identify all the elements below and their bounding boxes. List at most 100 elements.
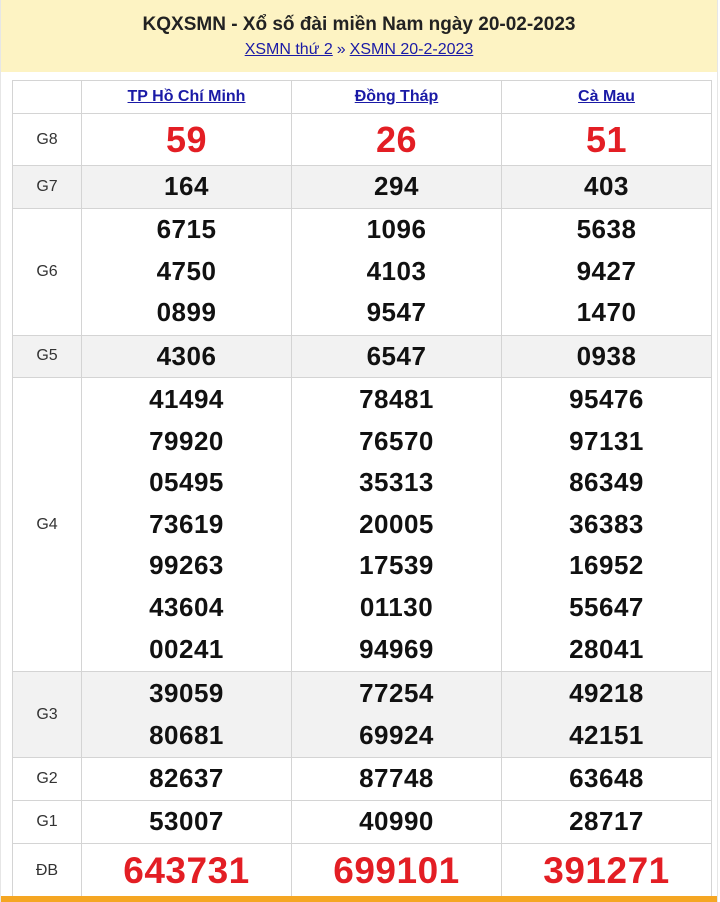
province-header: TP Hồ Chí Minh	[81, 80, 292, 114]
prize-cell: 391271	[501, 843, 712, 900]
page-title: KQXSMN - Xổ số đài miền Nam ngày 20-02-2…	[142, 14, 576, 35]
prize-label: G6	[12, 207, 82, 336]
prize-cell: 63648	[501, 757, 712, 802]
prize-label: G1	[12, 800, 82, 845]
prize-cell: 294	[291, 165, 502, 209]
province-link[interactable]: Đồng Tháp	[355, 88, 439, 105]
province-link[interactable]: Cà Mau	[578, 88, 635, 105]
prize-number: 79920	[149, 425, 224, 456]
prize-row-g4: G4 41494 79920 05495 73619 99263 43604 00241 784…	[12, 377, 712, 673]
prize-number: 69924	[359, 719, 434, 750]
prize-number: 294	[374, 171, 419, 201]
prize-row-g8: G8 59 26 51	[12, 113, 712, 166]
prize-row-g5: G5 4306 6547 0938	[12, 334, 712, 379]
prize-number: 53007	[149, 806, 224, 837]
prize-number: 01130	[359, 592, 434, 623]
results-table: TP Hồ Chí Minh Đồng Tháp Cà Mau G8 59 26 51…	[12, 80, 712, 900]
prize-number: 391271	[543, 850, 670, 892]
prize-cell: 164	[81, 165, 292, 209]
prize-number: 4306	[156, 340, 217, 371]
prize-row-special: ĐB 643731 699101 391271	[12, 843, 712, 900]
corner-cell	[12, 80, 82, 114]
prize-cell: 41494 79920 05495 73619 99263 43604 00241	[81, 377, 292, 673]
prize-number: 39059	[149, 678, 224, 709]
prize-number: 28041	[569, 633, 644, 664]
prize-number: 17539	[359, 550, 434, 581]
prize-number: 00241	[149, 633, 224, 664]
prize-cell: 53007	[81, 800, 292, 845]
prize-row-g7: G7 164 294 403	[12, 165, 712, 209]
prize-cell: 49218 42151	[501, 671, 712, 759]
prize-number: 1096	[366, 214, 427, 245]
prize-number: 6715	[156, 214, 217, 245]
prize-number: 9427	[576, 255, 637, 286]
prize-number: 63648	[569, 763, 644, 794]
prize-cell: 40990	[291, 800, 502, 845]
results-page: KQXSMN - Xổ số đài miền Nam ngày 20-02-2…	[0, 0, 718, 902]
prize-number: 6547	[366, 340, 427, 371]
prize-cell: 59	[81, 113, 292, 166]
prize-label: G7	[12, 165, 82, 209]
prize-number: 43604	[149, 592, 224, 623]
breadcrumb-separator: »	[336, 41, 346, 58]
prize-row-g1: G1 53007 40990 28717	[12, 800, 712, 845]
prize-number: 82637	[149, 763, 224, 794]
prize-number: 86349	[569, 467, 644, 498]
prize-number: 699101	[333, 850, 460, 892]
breadcrumb: XSMN thứ 2» XSMN 20-2-2023	[1, 40, 717, 60]
prize-cell: 82637	[81, 757, 292, 802]
prize-number: 9547	[366, 297, 427, 328]
prize-cell: 28717	[501, 800, 712, 845]
breadcrumb-link-weekday[interactable]: XSMN thứ 2	[245, 41, 333, 58]
prize-cell: 87748	[291, 757, 502, 802]
prize-number: 05495	[149, 467, 224, 498]
prize-cell: 4306	[81, 334, 292, 379]
prize-number: 80681	[149, 719, 224, 750]
prize-cell: 403	[501, 165, 712, 209]
prize-number: 643731	[123, 850, 250, 892]
prize-cell: 78481 76570 35313 20005 17539 01130 94969	[291, 377, 502, 673]
prize-cell: 1096 4103 9547	[291, 207, 502, 336]
prize-number: 0899	[156, 297, 217, 328]
prize-cell: 5638 9427 1470	[501, 207, 712, 336]
prize-cell: 643731	[81, 843, 292, 900]
prize-label: G3	[12, 671, 82, 759]
bottom-accent-bar	[1, 896, 717, 902]
prize-number: 94969	[359, 633, 434, 664]
prize-number: 49218	[569, 678, 644, 709]
prize-number: 95476	[569, 384, 644, 415]
page-header: KQXSMN - Xổ số đài miền Nam ngày 20-02-2…	[1, 0, 717, 72]
prize-label: G2	[12, 757, 82, 802]
prize-row-g3: G3 39059 80681 77254 69924 49218 42151	[12, 671, 712, 759]
prize-number: 403	[584, 171, 629, 201]
prize-label: G8	[12, 113, 82, 166]
prize-cell: 699101	[291, 843, 502, 900]
prize-number: 164	[164, 171, 209, 201]
prize-number: 26	[375, 118, 418, 160]
prize-label: G4	[12, 377, 82, 673]
prize-number: 87748	[359, 763, 434, 794]
prize-cell: 0938	[501, 334, 712, 379]
prize-number: 76570	[359, 425, 434, 456]
prize-number: 5638	[576, 214, 637, 245]
prize-label: ĐB	[12, 843, 82, 900]
province-header: Cà Mau	[501, 80, 712, 114]
prize-number: 40990	[359, 806, 434, 837]
prize-row-g6: G6 6715 4750 0899 1096 4103 9547 5638 9427 1470	[12, 207, 712, 336]
prize-cell: 26	[291, 113, 502, 166]
prize-cell: 39059 80681	[81, 671, 292, 759]
prize-number: 28717	[569, 806, 644, 837]
prize-cell: 6715 4750 0899	[81, 207, 292, 336]
prize-number: 42151	[569, 719, 644, 750]
province-link[interactable]: TP Hồ Chí Minh	[128, 88, 246, 105]
prize-number: 4750	[156, 255, 217, 286]
prize-cell: 51	[501, 113, 712, 166]
prize-number: 77254	[359, 678, 434, 709]
prize-number: 1470	[576, 297, 637, 328]
prize-number: 41494	[149, 384, 224, 415]
prize-number: 59	[165, 118, 208, 160]
prize-cell: 95476 97131 86349 36383 16952 55647 28041	[501, 377, 712, 673]
province-header-row: TP Hồ Chí Minh Đồng Tháp Cà Mau	[12, 80, 712, 114]
breadcrumb-link-date[interactable]: XSMN 20-2-2023	[350, 41, 474, 58]
prize-number: 55647	[569, 592, 644, 623]
